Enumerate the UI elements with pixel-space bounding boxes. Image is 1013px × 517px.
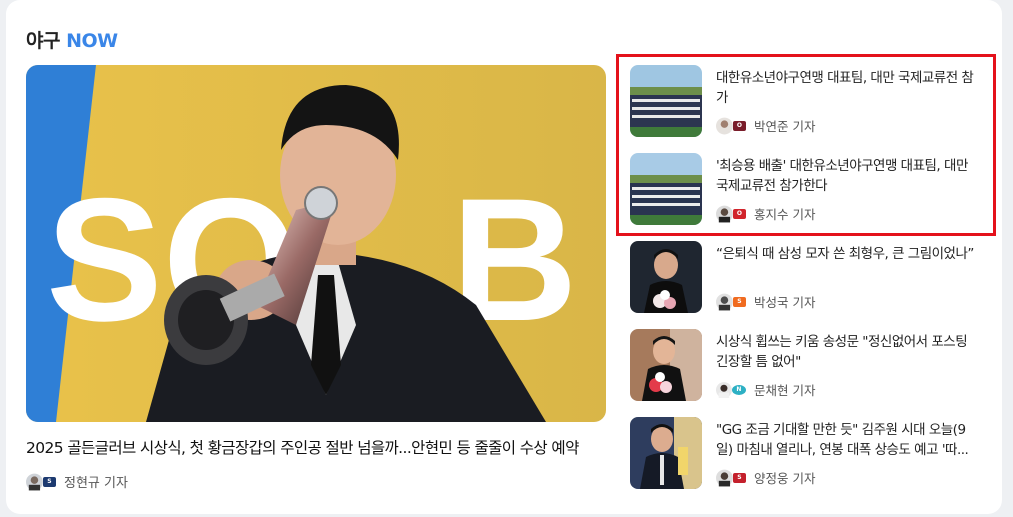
- list-item-thumbnail[interactable]: [630, 329, 702, 401]
- list-item-title[interactable]: “은퇴식 때 삼성 모자 쓴 최형우, 큰 그림이었나”: [716, 244, 978, 284]
- list-item-title[interactable]: '최승용 배출' 대한유소년야구연맹 대표팀, 대만 국제교류전 참가한다: [716, 156, 978, 196]
- reporter-name: 양정웅 기자: [754, 471, 816, 486]
- list-item-byline: O 박연준 기자: [716, 116, 978, 135]
- list-item[interactable]: "GG 조금 기대할 만한 듯" 김주원 시대 오늘(9일) 마침내 열리나, …: [630, 417, 980, 505]
- reporter-name: 박성국 기자: [754, 295, 816, 310]
- list-item-byline: N 문채현 기자: [716, 380, 978, 399]
- reporter-name: 정현규 기자: [64, 476, 128, 491]
- section-title-accent: NOW: [66, 30, 118, 52]
- reporter-avatar: S: [26, 473, 56, 491]
- list-item-thumbnail[interactable]: [630, 65, 702, 137]
- list-item[interactable]: 시상식 휩쓰는 키움 송성문 "정신없어서 포스팅 긴장할 틈 없어" N 문채…: [630, 329, 980, 417]
- press-logo-icon: O: [732, 208, 746, 219]
- main-article-image[interactable]: SOL B: [26, 65, 606, 422]
- main-article-byline: S 정현규 기자: [26, 472, 606, 491]
- reporter-avatar: O: [716, 117, 746, 135]
- main-article-headline[interactable]: 2025 골든글러브 시상식, 첫 황금장갑의 주인공 절반 넘을까...안현민…: [26, 436, 606, 458]
- list-item-title[interactable]: 대한유소년야구연맹 대표팀, 대만 국제교류전 참가: [716, 68, 978, 108]
- list-item[interactable]: 대한유소년야구연맹 대표팀, 대만 국제교류전 참가 O 박연준 기자: [630, 65, 980, 153]
- reporter-name: 문채현 기자: [754, 383, 816, 398]
- reporter-avatar: O: [716, 205, 746, 223]
- press-logo-icon: S: [42, 476, 56, 487]
- list-item-thumbnail[interactable]: [630, 417, 702, 489]
- reporter-avatar: S: [716, 469, 746, 487]
- list-item-byline: S 박성국 기자: [716, 292, 978, 311]
- news-list: 대한유소년야구연맹 대표팀, 대만 국제교류전 참가 O 박연준 기자 '최승용…: [630, 65, 980, 505]
- list-item-thumbnail[interactable]: [630, 153, 702, 225]
- list-item[interactable]: '최승용 배출' 대한유소년야구연맹 대표팀, 대만 국제교류전 참가한다 O …: [630, 153, 980, 241]
- list-item-title[interactable]: "GG 조금 기대할 만한 듯" 김주원 시대 오늘(9일) 마침내 열리나, …: [716, 420, 978, 460]
- section-title: 야구 NOW: [26, 30, 118, 52]
- reporter-name: 홍지수 기자: [754, 207, 816, 222]
- list-item-thumbnail[interactable]: [630, 241, 702, 313]
- list-item-title[interactable]: 시상식 휩쓰는 키움 송성문 "정신없어서 포스팅 긴장할 틈 없어": [716, 332, 978, 372]
- reporter-avatar: N: [716, 381, 746, 399]
- press-logo-icon: O: [732, 120, 746, 131]
- press-logo-icon: N: [731, 384, 746, 395]
- press-logo-icon: S: [732, 296, 746, 307]
- reporter-avatar: S: [716, 293, 746, 311]
- list-item[interactable]: “은퇴식 때 삼성 모자 쓴 최형우, 큰 그림이었나” S 박성국 기자: [630, 241, 980, 329]
- main-article[interactable]: SOL B 2025 골든글러브 시상식, 첫 황금장갑의 주인공 절반 넘을까…: [26, 65, 606, 491]
- baseball-now-card: 야구 NOW SOL B 2025 골든글러브 시상식, 첫 황금장갑의 주인공…: [6, 0, 1002, 514]
- list-item-byline: S 양정웅 기자: [716, 468, 978, 487]
- reporter-name: 박연준 기자: [754, 119, 816, 134]
- list-item-byline: O 홍지수 기자: [716, 204, 978, 223]
- press-logo-icon: S: [732, 472, 746, 483]
